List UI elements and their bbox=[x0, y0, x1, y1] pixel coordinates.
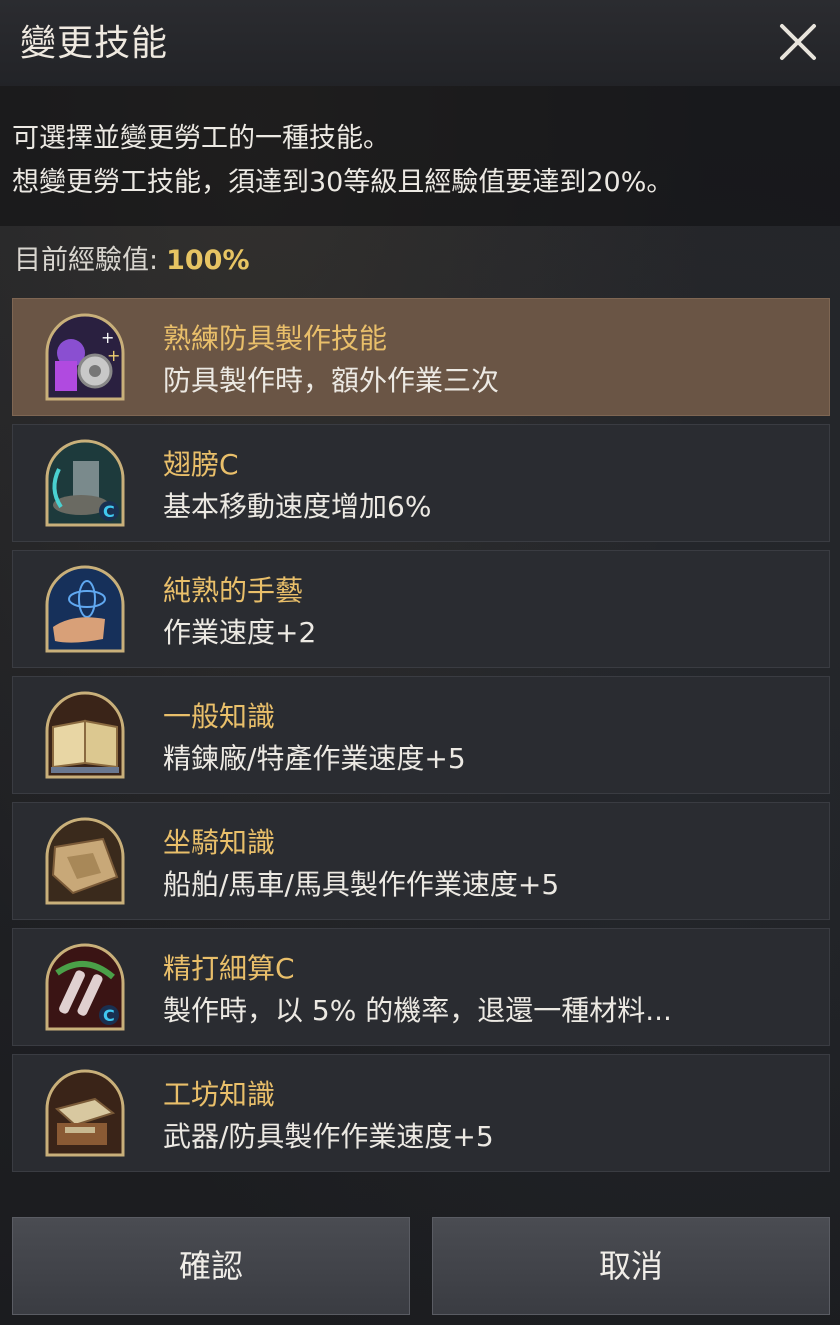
skill-effect: 船舶/馬車/馬具製作作業速度+5 bbox=[163, 868, 560, 901]
confirm-button[interactable]: 確認 bbox=[12, 1217, 410, 1315]
skill-name: 坐騎知識 bbox=[163, 826, 276, 859]
dialog-title: 變更技能 bbox=[20, 23, 169, 64]
craftsmanship-icon bbox=[45, 565, 125, 653]
skill-list: + + 熟練防具製作技能 防具製作時，額外作業三次 C 翅膀C 基本移動速度增加… bbox=[12, 298, 830, 1180]
svg-text:+: + bbox=[101, 328, 114, 347]
skill-name: 工坊知識 bbox=[163, 1078, 276, 1111]
skill-name: 純熟的手藝 bbox=[163, 574, 304, 607]
skill-effect: 作業速度+2 bbox=[163, 616, 317, 649]
book-icon bbox=[45, 691, 125, 779]
skill-effect: 精鍊廠/特產作業速度+5 bbox=[163, 742, 466, 775]
skill-item[interactable]: 純熟的手藝 作業速度+2 bbox=[12, 550, 830, 668]
wings-icon: C bbox=[45, 439, 125, 527]
skill-effect: 製作時，以 5% 的機率，退還一種材料... bbox=[163, 994, 672, 1027]
skill-item[interactable]: 工坊知識 武器/防具製作作業速度+5 bbox=[12, 1054, 830, 1172]
cancel-button[interactable]: 取消 bbox=[432, 1217, 830, 1315]
experience-value: 100% bbox=[166, 245, 250, 276]
description-line-2: 想變更勞工技能，須達到30等級且經驗值要達到20%。 bbox=[12, 167, 674, 198]
close-icon[interactable] bbox=[774, 18, 822, 66]
svg-text:C: C bbox=[103, 502, 115, 521]
skill-item[interactable]: 坐騎知識 船舶/馬車/馬具製作作業速度+5 bbox=[12, 802, 830, 920]
potion-icon: C bbox=[45, 943, 125, 1031]
skill-item[interactable]: + + 熟練防具製作技能 防具製作時，額外作業三次 bbox=[12, 298, 830, 416]
skill-name: 精打細算C bbox=[163, 952, 295, 985]
mount-map-icon bbox=[45, 817, 125, 905]
skill-effect: 基本移動速度增加6% bbox=[163, 490, 432, 523]
svg-text:C: C bbox=[103, 1006, 115, 1025]
svg-text:+: + bbox=[107, 346, 120, 365]
skill-effect: 武器/防具製作作業速度+5 bbox=[163, 1120, 494, 1153]
skill-item[interactable]: C 翅膀C 基本移動速度增加6% bbox=[12, 424, 830, 542]
dialog-header: 變更技能 bbox=[0, 0, 840, 86]
description-line-1: 可選擇並變更勞工的一種技能。 bbox=[12, 123, 390, 154]
armor-crafting-icon: + + bbox=[45, 313, 125, 401]
skill-item[interactable]: C 精打細算C 製作時，以 5% 的機率，退還一種材料... bbox=[12, 928, 830, 1046]
skill-name: 一般知識 bbox=[163, 700, 276, 733]
skill-effect: 防具製作時，額外作業三次 bbox=[163, 364, 500, 397]
workshop-icon bbox=[45, 1069, 125, 1157]
skill-item[interactable]: 一般知識 精鍊廠/特產作業速度+5 bbox=[12, 676, 830, 794]
experience-label: 目前經驗值: bbox=[14, 245, 159, 276]
skill-name: 熟練防具製作技能 bbox=[163, 322, 388, 355]
description-panel: 可選擇並變更勞工的一種技能。 想變更勞工技能，須達到30等級且經驗值要達到20%… bbox=[0, 86, 840, 226]
skill-name: 翅膀C bbox=[163, 448, 239, 481]
experience-row: 目前經驗值: 100% bbox=[14, 238, 250, 277]
